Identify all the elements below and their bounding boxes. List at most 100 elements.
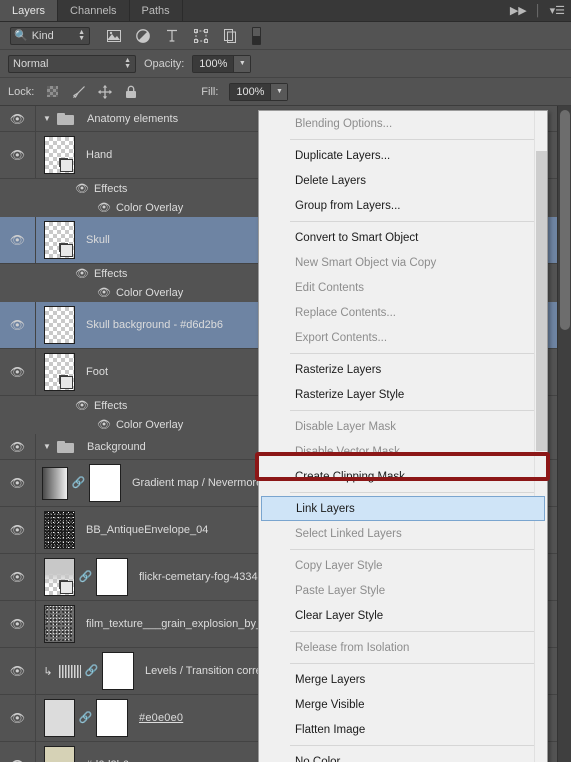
mask-link-icon[interactable]: 🔗 — [85, 663, 99, 679]
menu-item-link-layers[interactable]: Link Layers — [261, 496, 545, 521]
tab-layers[interactable]: Layers — [0, 0, 59, 21]
menu-item-disable-vector-mask: Disable Vector Mask — [295, 445, 400, 458]
collapse-panel-icon[interactable]: ▶▶ — [504, 0, 533, 21]
group-disclosure-triangle-icon[interactable]: ▼ — [42, 442, 52, 451]
layer-name[interactable]: #e0e0e0 — [139, 712, 183, 724]
menu-separator — [290, 631, 547, 632]
visibility-eye-icon[interactable]: 👁 — [75, 267, 89, 280]
panel-menu-icon[interactable]: ▾☰ — [544, 0, 571, 21]
visibility-eye-icon[interactable]: 👁 — [0, 695, 36, 741]
layer-thumbnail[interactable] — [44, 558, 75, 596]
layer-list-scrollbar-thumb[interactable] — [560, 110, 570, 330]
layer-name: Anatomy elements — [87, 112, 179, 125]
visibility-eye-icon[interactable]: 👁 — [97, 201, 111, 214]
blend-mode-select[interactable]: Normal ▲ ▼ — [8, 54, 136, 73]
visibility-eye-icon[interactable]: 👁 — [0, 132, 36, 178]
blend-mode-row: Normal ▲ ▼ Opacity: 100% ▼ — [0, 50, 571, 78]
filter-enable-toggle[interactable] — [252, 26, 261, 45]
layer-thumbnail[interactable] — [44, 306, 75, 344]
menu-item-clear-layer-style[interactable]: Clear Layer Style — [259, 603, 547, 628]
layer-name[interactable]: Hand — [86, 149, 112, 161]
layer-thumbnail[interactable] — [59, 664, 81, 678]
visibility-eye-icon[interactable]: 👁 — [0, 106, 36, 131]
layer-thumbnail[interactable] — [44, 746, 75, 762]
layer-mask-thumbnail[interactable] — [102, 652, 134, 690]
smart-object-filter-icon[interactable] — [222, 28, 238, 44]
filter-kind-select[interactable]: 🔍 Kind ▲ ▼ — [10, 26, 90, 45]
layer-thumbnail[interactable] — [44, 511, 75, 549]
chevron-down-icon[interactable]: ▼ — [233, 55, 251, 72]
menu-item-convert-to-smart-object[interactable]: Convert to Smart Object — [259, 225, 547, 250]
layer-thumbnail[interactable] — [44, 353, 75, 391]
layer-thumbnail[interactable] — [44, 136, 75, 174]
photoshop-layers-panel: Layers Channels Paths ▶▶ │ ▾☰ 🔍 Kind ▲▼ — [0, 0, 571, 762]
visibility-eye-icon[interactable]: 👁 — [75, 182, 89, 195]
layer-thumbnail[interactable] — [42, 466, 68, 500]
lock-position-icon[interactable] — [97, 84, 112, 99]
opacity-field[interactable]: 100% ▼ — [192, 54, 252, 73]
opacity-value: 100% — [193, 55, 234, 72]
menu-item-merge-visible[interactable]: Merge Visible — [259, 692, 547, 717]
layer-mask-thumbnail[interactable] — [89, 464, 121, 502]
menu-item-duplicate-layers[interactable]: Duplicate Layers... — [259, 143, 547, 168]
lock-all-icon[interactable] — [123, 84, 138, 99]
blend-mode-value: Normal — [13, 57, 49, 70]
layer-name[interactable]: BB_AntiqueEnvelope_04 — [86, 524, 208, 536]
menu-item-rasterize-layer-style[interactable]: Rasterize Layer Style — [259, 382, 547, 407]
pixel-layer-filter-icon[interactable] — [106, 28, 122, 44]
visibility-eye-icon[interactable]: 👁 — [97, 286, 111, 299]
lock-transparent-pixels-icon[interactable] — [45, 84, 60, 99]
visibility-eye-icon[interactable]: 👁 — [0, 434, 36, 459]
lock-image-pixels-icon[interactable] — [71, 84, 86, 99]
layer-thumbnail[interactable] — [44, 699, 75, 737]
visibility-eye-icon[interactable]: 👁 — [75, 399, 89, 412]
visibility-eye-icon[interactable]: 👁 — [0, 460, 36, 506]
layer-mask-thumbnail[interactable] — [96, 699, 128, 737]
menu-item-rasterize-layers[interactable]: Rasterize Layers — [259, 357, 547, 382]
layer-list-scrollbar[interactable] — [557, 106, 571, 762]
layer-name[interactable]: Skull background - #d6d2b6 — [86, 319, 223, 331]
type-layer-filter-icon[interactable] — [164, 28, 180, 44]
layer-thumbnail[interactable] — [44, 605, 75, 643]
visibility-eye-icon[interactable]: 👁 — [0, 302, 36, 348]
menu-separator — [290, 663, 547, 664]
menu-item-no-color[interactable]: No Color — [259, 749, 547, 762]
mask-link-icon[interactable]: 🔗 — [79, 569, 93, 585]
visibility-eye-icon[interactable]: 👁 — [97, 418, 111, 431]
visibility-eye-icon[interactable]: 👁 — [0, 648, 36, 694]
tab-layers-label: Layers — [12, 4, 46, 17]
menu-item-merge-layers[interactable]: Merge Layers — [259, 667, 547, 692]
layer-context-menu[interactable]: Blending Options... Duplicate Layers... De… — [258, 110, 548, 762]
menu-separator — [290, 353, 547, 354]
adjustment-layer-filter-icon[interactable] — [135, 28, 151, 44]
layer-name[interactable]: Foot — [86, 366, 108, 378]
visibility-eye-icon[interactable]: 👁 — [0, 601, 36, 647]
mask-link-icon[interactable]: 🔗 — [72, 475, 86, 491]
layer-mask-thumbnail[interactable] — [96, 558, 128, 596]
visibility-eye-icon[interactable]: 👁 — [0, 349, 36, 395]
fill-value: 100% — [230, 83, 271, 100]
layer-name: Color Overlay — [115, 418, 184, 431]
layer-thumbnail[interactable] — [44, 221, 75, 259]
layer-name: Effects — [93, 267, 128, 280]
layer-name[interactable]: Skull — [86, 234, 110, 246]
chevron-down-icon[interactable]: ▼ — [270, 83, 288, 100]
fill-field[interactable]: 100% ▼ — [229, 82, 289, 101]
visibility-eye-icon[interactable]: 👁 — [0, 554, 36, 600]
menu-item-delete-layers[interactable]: Delete Layers — [259, 168, 547, 193]
group-disclosure-triangle-icon[interactable]: ▼ — [42, 114, 52, 123]
visibility-eye-icon[interactable]: 👁 — [0, 217, 36, 263]
mask-link-icon[interactable]: 🔗 — [79, 710, 93, 726]
layer-name[interactable]: film_texture___grain_explosion_by_jak — [86, 618, 276, 630]
tab-paths[interactable]: Paths — [129, 0, 183, 21]
menu-item-create-clipping-mask[interactable]: Create Clipping Mask — [259, 464, 547, 489]
visibility-eye-icon[interactable]: 👁 — [0, 742, 36, 762]
menu-item-flatten-image[interactable]: Flatten Image — [259, 717, 547, 742]
menu-item-replace-contents: Replace Contents... — [295, 306, 397, 319]
filter-type-icons — [106, 28, 238, 44]
menu-item-group-from-layers[interactable]: Group from Layers... — [259, 193, 547, 218]
layer-name[interactable]: Gradient map / Nevermore — [132, 477, 262, 489]
tab-channels[interactable]: Channels — [58, 0, 130, 21]
shape-layer-filter-icon[interactable] — [193, 28, 209, 44]
visibility-eye-icon[interactable]: 👁 — [0, 507, 36, 553]
